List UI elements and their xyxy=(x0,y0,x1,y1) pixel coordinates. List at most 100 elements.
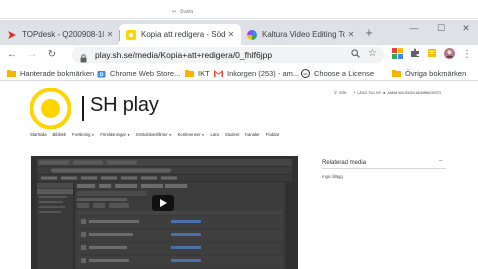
site-navigation: Startsida Biblitek Forskning ▼ Föreläsnin… xyxy=(30,132,285,137)
nav-biblitek[interactable]: Biblitek xyxy=(53,132,67,137)
bookmark-label: Övriga bokmärken xyxy=(405,68,467,78)
nav-forskning[interactable]: Forskning ▼ xyxy=(72,132,94,137)
chrome-web-store-icon xyxy=(97,69,106,78)
nav-label: Forskning xyxy=(72,132,91,137)
extension-note-icon[interactable] xyxy=(425,48,439,62)
user-label: ANNA WILSSON ADMIN/KONTO xyxy=(387,90,441,95)
nav-label: Student xyxy=(224,132,240,137)
tab-title: Kopia att redigera - Söderb xyxy=(141,30,225,39)
bookmark-label: Choose a License xyxy=(314,68,375,78)
close-tab-icon[interactable]: ✕ xyxy=(225,30,237,39)
chevron-down-icon: ▼ xyxy=(91,132,95,137)
partial-reply-label: Svara xyxy=(180,9,194,15)
add-new-link[interactable]: + LÄGG TILL NY xyxy=(353,90,381,95)
folder-icon xyxy=(392,69,401,78)
video-player[interactable] xyxy=(31,156,298,269)
svg-text:cc: cc xyxy=(304,71,308,76)
reload-icon[interactable]: ↻ xyxy=(45,48,59,62)
tab-title: Kaltura Video Editing Tools xyxy=(262,30,345,39)
user-menu[interactable]: ● ANNA WILSSON ADMIN/KONTO xyxy=(383,90,441,95)
forward-icon[interactable]: → xyxy=(25,48,39,62)
bookmark-gmail-inbox[interactable]: Inkorgen (253) - am... xyxy=(214,68,299,78)
nav-startsida[interactable]: Startsida xyxy=(30,132,47,137)
add-new-label: LÄGG TILL NY xyxy=(357,90,382,95)
folder-icon xyxy=(185,69,194,78)
tab-separator xyxy=(119,30,120,41)
bookmark-ovriga[interactable]: Övriga bokmärken xyxy=(392,68,466,78)
bookmark-choose-license[interactable]: cc Choose a License xyxy=(301,68,374,78)
bookmark-hanterade[interactable]: Hanterade bokmärken xyxy=(7,68,94,78)
chevron-down-icon: ▼ xyxy=(168,132,172,137)
address-bar[interactable]: play.sh.se/media/Kopia+att+redigera/0_fh… xyxy=(72,47,384,63)
nav-lara[interactable]: Lära xyxy=(210,132,218,137)
kaltura-icon xyxy=(126,29,136,40)
background-window-strip: ↩ Svara xyxy=(0,0,478,20)
nav-label: Instruktionsfilmer xyxy=(136,132,168,137)
nav-label: Föreläsningar xyxy=(100,132,127,137)
user-icon: ● xyxy=(383,90,386,95)
tab-kaltura-editing-tools[interactable]: Kaltura Video Editing Tools ✕ xyxy=(240,24,361,45)
bookmark-label: Inkorgen (253) - am... xyxy=(227,68,300,78)
zoom-icon[interactable] xyxy=(351,49,360,60)
bookmark-label: IKT xyxy=(198,68,210,78)
browser-menu-icon[interactable]: ⋮ xyxy=(460,48,474,62)
bookmark-label: Chrome Web Store... xyxy=(110,68,181,78)
nav-label: Konferenser xyxy=(177,132,201,137)
web-page: SH play ⚲ SÖK + LÄGG TILL NY ● ANNA WILS… xyxy=(0,82,478,269)
chevron-down-icon: ▼ xyxy=(127,132,130,137)
nav-kanaler[interactable]: Kanaler xyxy=(245,132,259,137)
sidebar-divider xyxy=(322,168,446,169)
related-media-heading: Relaterad media xyxy=(322,160,367,166)
plus-icon: + xyxy=(353,90,356,95)
strip-divider xyxy=(0,18,478,19)
sh-logo-icon[interactable] xyxy=(30,88,71,129)
nav-label: Lära xyxy=(210,132,219,137)
creative-commons-icon: cc xyxy=(301,68,310,78)
back-icon[interactable]: ← xyxy=(5,48,19,62)
reply-arrow-icon: ↩ xyxy=(172,9,177,15)
extension-puzzle-icon[interactable] xyxy=(408,48,422,62)
tab-title: TOPdesk - Q200908-100 Ka xyxy=(22,30,104,39)
play-icon xyxy=(160,199,167,207)
nav-label: Startsida xyxy=(30,132,47,137)
close-tab-icon[interactable]: ✕ xyxy=(345,30,357,39)
kaltura-pinwheel-icon xyxy=(247,29,257,40)
nav-label: Biblitek xyxy=(52,132,67,137)
profile-avatar[interactable] xyxy=(442,48,456,62)
search-icon: ⚲ xyxy=(334,90,337,95)
tab-kopia-att-redigera[interactable]: Kopia att redigera - Söderb ✕ xyxy=(119,24,241,45)
browser-toolbar: ← → ↻ play.sh.se/media/Kopia+att+rediger… xyxy=(0,45,478,65)
folder-icon xyxy=(7,69,16,78)
collapse-related-button[interactable]: – xyxy=(439,158,442,164)
topdesk-icon xyxy=(7,30,17,40)
site-name[interactable]: SH play xyxy=(90,94,159,117)
nav-label: Poddar xyxy=(265,132,280,137)
maximize-button[interactable]: ☐ xyxy=(431,21,451,35)
logo-divider xyxy=(82,96,84,121)
search-label: SÖK xyxy=(338,90,347,95)
close-tab-icon[interactable]: ✕ xyxy=(104,30,116,39)
chevron-down-icon: ▼ xyxy=(201,132,205,137)
nav-instruktionsfilmer[interactable]: Instruktionsfilmer ▼ xyxy=(136,132,172,137)
nav-forelasningar[interactable]: Föreläsningar ▼ xyxy=(100,132,130,137)
extension-color-icon[interactable] xyxy=(390,48,404,62)
nav-konferenser[interactable]: Konferenser ▼ xyxy=(178,132,205,137)
bookmark-star-icon[interactable]: ☆ xyxy=(368,48,377,59)
nav-label: Kanaler xyxy=(245,132,260,137)
url-text[interactable]: play.sh.se/media/Kopia+att+redigera/0_fh… xyxy=(95,50,272,60)
play-button[interactable] xyxy=(152,195,174,211)
gmail-icon xyxy=(214,69,223,78)
search-link[interactable]: ⚲ SÖK xyxy=(334,90,347,95)
bookmark-ikt[interactable]: IKT xyxy=(185,68,210,78)
minimize-button[interactable]: — xyxy=(404,21,424,35)
nav-student[interactable]: Student xyxy=(225,132,239,137)
bookmark-chrome-web-store[interactable]: Chrome Web Store... xyxy=(97,68,180,78)
related-media-empty-text: Inga tillägg xyxy=(322,174,343,179)
bookmarks-bar: Hanterade bokmärken Chrome Web Store... … xyxy=(0,65,478,81)
nav-poddar[interactable]: Poddar xyxy=(266,132,280,137)
video-frame xyxy=(31,156,298,269)
bookmark-label: Hanterade bokmärken xyxy=(20,68,95,78)
tab-topdesk[interactable]: TOPdesk - Q200908-100 Ka ✕ xyxy=(0,24,120,45)
new-tab-button[interactable]: + xyxy=(362,26,376,40)
close-window-button[interactable]: ✕ xyxy=(456,21,476,35)
